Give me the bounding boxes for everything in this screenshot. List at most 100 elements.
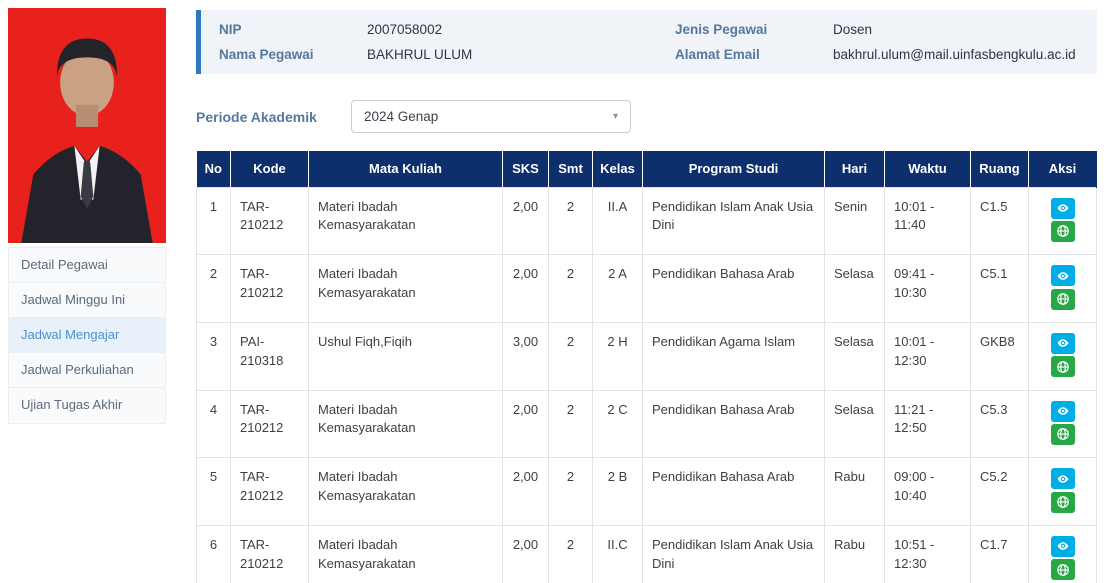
cell-mata-kuliah: Materi Ibadah Kemasyarakatan [309,525,503,583]
globe-icon [1056,360,1070,374]
cell-smt: 2 [549,458,593,526]
column-header-waktu: Waktu [885,151,971,187]
globe-icon [1056,563,1070,577]
cell-ruang: C1.7 [971,525,1029,583]
schedule-table-body: 1 TAR-210212 Materi Ibadah Kemasyarakata… [197,187,1097,583]
column-header-sks: SKS [503,151,549,187]
globe-icon [1056,427,1070,441]
periode-selected-value: 2024 Genap [364,109,438,124]
cell-kode: TAR-210212 [231,390,309,458]
view-detail-button[interactable] [1051,265,1075,286]
jenis-pegawai-value: Dosen [833,22,1079,37]
globe-icon [1056,224,1070,238]
web-link-button[interactable] [1051,289,1075,310]
cell-hari: Rabu [825,525,885,583]
table-row: 3 PAI-210318 Ushul Fiqh,Fiqih 3,00 2 2 H… [197,322,1097,390]
cell-ruang: C5.2 [971,458,1029,526]
alamat-email-value: bakhrul.ulum@mail.uinfasbengkulu.ac.id [833,47,1079,62]
cell-hari: Selasa [825,322,885,390]
periode-akademik-select[interactable]: 2024 Genap ▾ [351,100,631,133]
cell-smt: 2 [549,187,593,255]
cell-aksi [1029,390,1097,458]
cell-mata-kuliah: Materi Ibadah Kemasyarakatan [309,390,503,458]
cell-smt: 2 [549,255,593,323]
sidebar-item-jadwal-perkuliahan[interactable]: Jadwal Perkuliahan [9,353,165,388]
cell-waktu: 10:01 - 11:40 [885,187,971,255]
web-link-button[interactable] [1051,221,1075,242]
sidebar-item-detail-pegawai[interactable]: Detail Pegawai [9,248,165,283]
cell-waktu: 10:51 - 12:30 [885,525,971,583]
schedule-table-head: NoKodeMata KuliahSKSSmtKelasProgram Stud… [197,151,1097,187]
page: Detail PegawaiJadwal Minggu IniJadwal Me… [0,0,1110,583]
view-detail-button[interactable] [1051,468,1075,489]
nip-label: NIP [219,22,359,37]
table-row: 2 TAR-210212 Materi Ibadah Kemasyarakata… [197,255,1097,323]
view-detail-button[interactable] [1051,536,1075,557]
cell-kode: TAR-210212 [231,187,309,255]
web-link-button[interactable] [1051,356,1075,377]
cell-sks: 2,00 [503,187,549,255]
web-link-button[interactable] [1051,559,1075,580]
cell-ruang: C5.1 [971,255,1029,323]
cell-no: 3 [197,322,231,390]
cell-hari: Rabu [825,458,885,526]
person-silhouette-icon [8,10,166,243]
eye-icon [1056,336,1070,350]
column-header-kelas: Kelas [593,151,643,187]
column-header-mata-kuliah: Mata Kuliah [309,151,503,187]
cell-program-studi: Pendidikan Islam Anak Usia Dini [643,525,825,583]
cell-aksi [1029,255,1097,323]
cell-smt: 2 [549,322,593,390]
cell-hari: Selasa [825,390,885,458]
cell-waktu: 11:21 - 12:50 [885,390,971,458]
cell-kelas: 2 A [593,255,643,323]
cell-kelas: 2 H [593,322,643,390]
globe-icon [1056,495,1070,509]
cell-waktu: 09:00 - 10:40 [885,458,971,526]
cell-mata-kuliah: Materi Ibadah Kemasyarakatan [309,255,503,323]
cell-aksi [1029,525,1097,583]
cell-no: 5 [197,458,231,526]
nama-pegawai-value: BAKHRUL ULUM [367,47,667,62]
cell-program-studi: Pendidikan Bahasa Arab [643,390,825,458]
cell-kode: TAR-210212 [231,458,309,526]
web-link-button[interactable] [1051,424,1075,445]
cell-sks: 2,00 [503,525,549,583]
column-header-ruang: Ruang [971,151,1029,187]
globe-icon [1056,292,1070,306]
view-detail-button[interactable] [1051,401,1075,422]
sidebar-item-ujian-tugas-akhir[interactable]: Ujian Tugas Akhir [9,388,165,423]
sidebar-item-jadwal-mengajar[interactable]: Jadwal Mengajar [9,318,165,353]
cell-kode: TAR-210212 [231,255,309,323]
cell-kelas: 2 C [593,390,643,458]
column-header-kode: Kode [231,151,309,187]
cell-smt: 2 [549,525,593,583]
web-link-button[interactable] [1051,492,1075,513]
view-detail-button[interactable] [1051,198,1075,219]
table-row: 1 TAR-210212 Materi Ibadah Kemasyarakata… [197,187,1097,255]
cell-program-studi: Pendidikan Bahasa Arab [643,458,825,526]
alamat-email-label: Alamat Email [675,47,825,62]
cell-sks: 2,00 [503,255,549,323]
jenis-pegawai-label: Jenis Pegawai [675,22,825,37]
employee-photo [8,8,166,243]
cell-kelas: II.A [593,187,643,255]
cell-aksi [1029,322,1097,390]
column-header-smt: Smt [549,151,593,187]
cell-aksi [1029,458,1097,526]
cell-waktu: 09:41 - 10:30 [885,255,971,323]
eye-icon [1056,404,1070,418]
cell-ruang: C1.5 [971,187,1029,255]
cell-kode: TAR-210212 [231,525,309,583]
table-row: 6 TAR-210212 Materi Ibadah Kemasyarakata… [197,525,1097,583]
nip-value: 2007058002 [367,22,667,37]
column-header-aksi: Aksi [1029,151,1097,187]
cell-no: 2 [197,255,231,323]
cell-program-studi: Pendidikan Agama Islam [643,322,825,390]
column-header-hari: Hari [825,151,885,187]
cell-ruang: C5.3 [971,390,1029,458]
view-detail-button[interactable] [1051,333,1075,354]
chevron-down-icon: ▾ [613,111,618,122]
eye-icon [1056,472,1070,486]
sidebar-item-jadwal-minggu-ini[interactable]: Jadwal Minggu Ini [9,283,165,318]
